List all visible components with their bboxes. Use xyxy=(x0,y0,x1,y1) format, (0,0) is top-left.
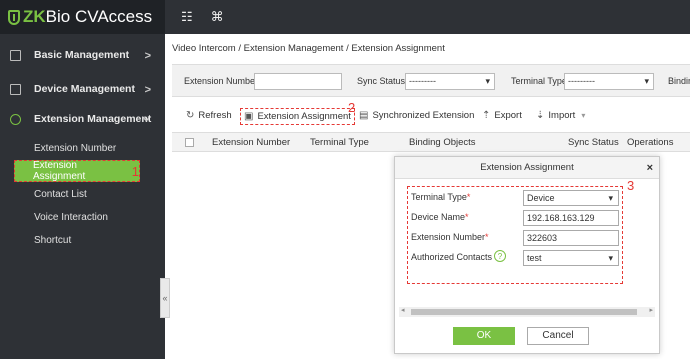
sidebar-item-shortcut[interactable]: Shortcut xyxy=(12,229,152,251)
device-name-label: Device Name* xyxy=(411,212,469,222)
callout-number: 1 xyxy=(131,163,139,179)
top-bar: ☷ ⌘ xyxy=(165,0,690,34)
command-icon[interactable]: ⌘ xyxy=(211,9,224,25)
extension-assignment-label: Extension Assignment xyxy=(257,111,351,122)
extension-number-input[interactable]: 322603 xyxy=(523,230,619,246)
column-header-terminal-type[interactable]: Terminal Type xyxy=(310,137,369,148)
scrollbar-thumb[interactable] xyxy=(411,309,637,315)
extension-icon xyxy=(10,113,21,125)
extension-assignment-button[interactable]: ▣ Extension Assignment xyxy=(240,108,355,125)
assign-icon: ▣ xyxy=(244,111,254,122)
synchronized-extension-button[interactable]: ▤ Synchronized Extension xyxy=(359,110,474,121)
export-label: Export xyxy=(494,110,522,121)
cancel-button[interactable]: Cancel xyxy=(527,327,589,345)
authorized-contacts-label: Authorized Contacts xyxy=(411,252,493,262)
brand-suffix: Bio CVAccess xyxy=(45,7,153,26)
sidebar-item-label: Shortcut xyxy=(34,234,72,246)
sidebar: ZK Bio CVAccess Basic Management > Device… xyxy=(0,0,165,359)
breadcrumb: Video Intercom / Extension Management / … xyxy=(172,43,445,54)
dialog-form: Terminal Type* Device Device Name* 192.1… xyxy=(407,186,623,284)
column-header-operations[interactable]: Operations xyxy=(627,137,673,148)
terminal-type-filter-label: Terminal Type xyxy=(511,76,567,86)
toolbar: ↻ Refresh ▣ Extension Assignment 2 ▤ Syn… xyxy=(172,100,690,130)
grid-icon[interactable]: ☷ xyxy=(181,9,193,25)
callout-number: 3 xyxy=(627,178,635,193)
filter-bar: Extension Number Sync Status --------- T… xyxy=(172,64,690,97)
sidebar-collapse-button[interactable]: « xyxy=(160,278,170,318)
extension-number-label: Extension Number* xyxy=(411,232,489,242)
export-icon: ⇡ xyxy=(482,110,491,121)
sidebar-group-extension-management[interactable]: Extension Management ⌄ xyxy=(0,101,165,137)
device-icon xyxy=(10,83,21,95)
horizontal-scrollbar[interactable]: ◂ ▸ xyxy=(399,307,655,317)
chevron-right-icon: > xyxy=(144,50,151,62)
device-name-input[interactable]: 192.168.163.129 xyxy=(523,210,619,226)
extension-number-filter-label: Extension Number xyxy=(184,76,259,86)
help-icon[interactable]: ? xyxy=(494,250,506,262)
extension-number-row: Extension Number* 322603 xyxy=(411,230,619,246)
shield-logo-icon xyxy=(8,9,20,25)
sync-status-filter-select[interactable]: --------- xyxy=(405,73,495,90)
import-label: Import xyxy=(548,110,576,121)
extension-assignment-dialog: Extension Assignment × Terminal Type* De… xyxy=(394,156,660,354)
chevron-down-icon: ⌄ xyxy=(141,112,151,124)
sidebar-group-basic-management[interactable]: Basic Management > xyxy=(0,37,165,73)
synchronized-extension-label: Synchronized Extension xyxy=(372,110,475,121)
app-logo: ZK Bio CVAccess xyxy=(0,0,165,34)
refresh-label: Refresh xyxy=(198,110,232,121)
extension-number-filter-input[interactable] xyxy=(254,73,342,90)
import-icon: ⇣ xyxy=(536,110,545,121)
sidebar-item-label: Extension Number xyxy=(34,142,117,154)
close-icon[interactable]: × xyxy=(647,157,653,179)
terminal-type-label: Terminal Type* xyxy=(411,192,471,202)
callout-number: 2 xyxy=(348,100,356,115)
chevron-down-icon: ▾ xyxy=(581,111,586,120)
import-button[interactable]: ⇣ Import ▾ xyxy=(536,110,585,121)
refresh-icon: ↻ xyxy=(186,110,195,121)
ok-button[interactable]: OK xyxy=(453,327,515,345)
authorized-contacts-row: Authorized Contacts ? test xyxy=(411,250,619,266)
sidebar-group-label: Device Management xyxy=(34,83,135,95)
sidebar-item-label: Contact List xyxy=(34,188,87,200)
sidebar-item-contact-list[interactable]: Contact List xyxy=(12,183,152,205)
sync-icon: ▤ xyxy=(359,110,369,121)
scroll-left-icon[interactable]: ◂ xyxy=(401,306,405,314)
sidebar-group-label: Extension Management xyxy=(34,113,152,125)
sidebar-group-label: Basic Management xyxy=(34,49,130,61)
column-header-sync-status[interactable]: Sync Status xyxy=(568,137,619,148)
sync-status-filter-label: Sync Status xyxy=(357,76,406,86)
brand-prefix: ZK xyxy=(23,7,46,26)
terminal-type-select[interactable]: Device xyxy=(523,190,619,206)
terminal-type-filter-select[interactable]: --------- xyxy=(564,73,654,90)
refresh-button[interactable]: ↻ Refresh xyxy=(186,110,232,121)
export-button[interactable]: ⇡ Export xyxy=(482,110,522,121)
binding-filter-label: Bindin xyxy=(668,76,690,86)
dialog-title: Extension Assignment xyxy=(480,162,574,173)
scroll-right-icon[interactable]: ▸ xyxy=(649,306,653,314)
sidebar-item-label: Extension Assignment xyxy=(33,160,86,182)
chevron-right-icon: > xyxy=(144,84,151,96)
sidebar-item-voice-interaction[interactable]: Voice Interaction xyxy=(12,206,152,228)
terminal-type-row: Terminal Type* Device xyxy=(411,190,619,206)
sidebar-item-extension-assignment[interactable]: Extension Assignment 1 xyxy=(14,160,140,182)
table-header: Extension Number Terminal Type Binding O… xyxy=(172,132,690,152)
sidebar-item-extension-number[interactable]: Extension Number xyxy=(12,137,152,159)
authorized-contacts-select[interactable]: test xyxy=(523,250,619,266)
column-header-extension-number[interactable]: Extension Number xyxy=(212,137,290,148)
dialog-header: Extension Assignment × xyxy=(395,157,659,179)
list-icon xyxy=(10,49,21,61)
sidebar-item-label: Voice Interaction xyxy=(34,211,108,223)
device-name-row: Device Name* 192.168.163.129 xyxy=(411,210,619,226)
select-all-checkbox[interactable] xyxy=(185,138,194,147)
column-header-binding-objects[interactable]: Binding Objects xyxy=(409,137,476,148)
